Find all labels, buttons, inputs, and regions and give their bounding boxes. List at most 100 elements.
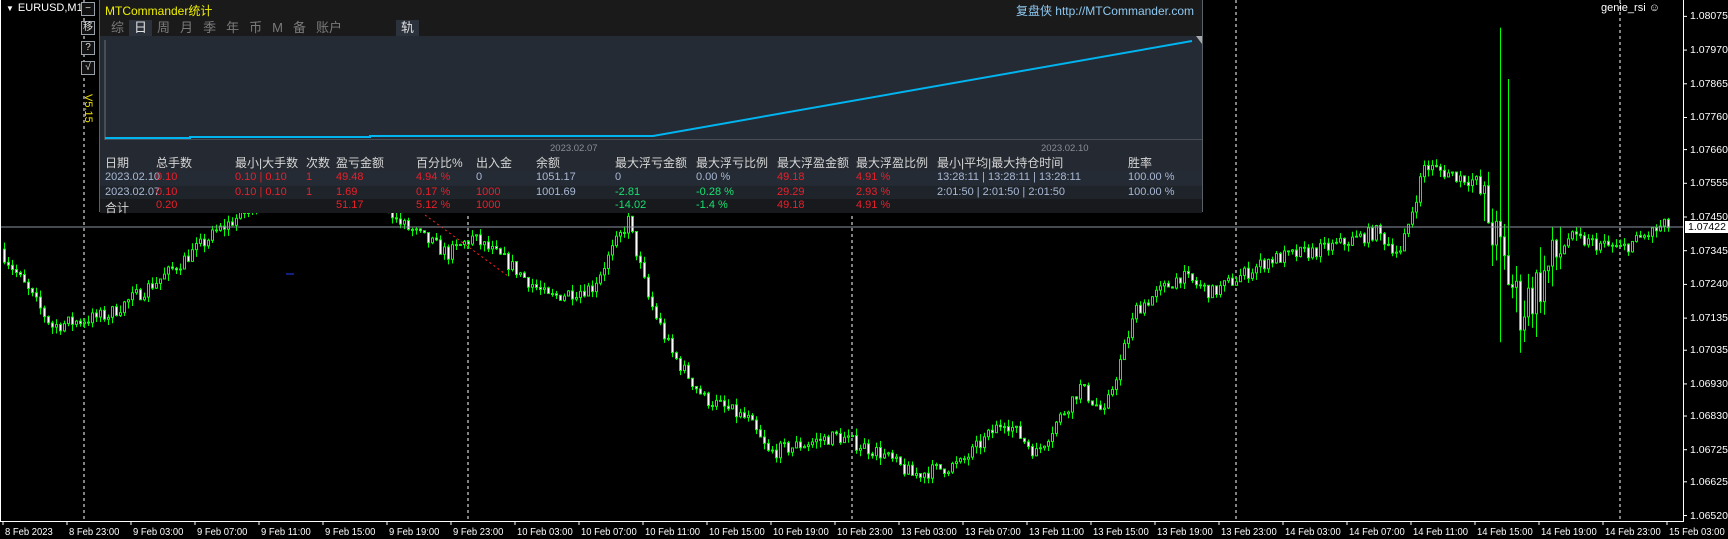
candle-body (11, 264, 14, 271)
candle (1383, 232, 1386, 251)
candle-body (1639, 234, 1642, 238)
tab-9[interactable]: 账户 (311, 20, 347, 36)
candle-body (1027, 441, 1030, 448)
candle-body (1511, 284, 1514, 288)
candle-body (459, 243, 462, 246)
candle-body (423, 230, 426, 234)
candle (651, 291, 654, 311)
candle (111, 305, 114, 324)
candle (655, 303, 658, 321)
candle-body (1123, 342, 1126, 361)
candle-body (1527, 287, 1530, 318)
candle (1431, 160, 1434, 176)
dropdown-triangle-icon[interactable]: ▼ (6, 4, 14, 13)
candle (751, 413, 754, 421)
candle-body (1035, 448, 1038, 457)
candle-body (1143, 302, 1146, 314)
candle (523, 271, 526, 279)
price-tick-label: 1.07135 (1690, 312, 1728, 325)
candle (1359, 231, 1362, 238)
candle-body (1447, 172, 1450, 178)
candle (1023, 437, 1026, 444)
candle-body (703, 392, 706, 395)
candle (11, 259, 14, 275)
table-cell: 100.00 % (1128, 171, 1175, 183)
candle (1119, 354, 1122, 386)
candle (695, 385, 698, 394)
candle (879, 440, 882, 466)
table-cell: 29.29 (777, 186, 805, 198)
tab-7[interactable]: M (267, 20, 288, 36)
table-cell: 49.18 (777, 199, 805, 211)
tab-1[interactable]: 日 (129, 20, 153, 36)
candle (1563, 244, 1566, 255)
tab-5[interactable]: 年 (221, 20, 244, 36)
candle (1647, 231, 1650, 240)
candle (739, 408, 742, 419)
candle-body (491, 245, 494, 250)
candle (691, 377, 694, 390)
candle-body (1627, 243, 1630, 253)
table-cell: 0 (615, 171, 622, 183)
candle-body (1255, 266, 1258, 274)
minimize-button[interactable]: − (81, 2, 95, 16)
candle-body (139, 289, 142, 301)
tab-3[interactable]: 月 (175, 20, 198, 36)
tab-0[interactable]: 综 (106, 20, 129, 36)
candle-body (775, 449, 778, 459)
tab-2[interactable]: 周 (152, 20, 175, 36)
tab-4[interactable]: 季 (198, 20, 221, 36)
check-button[interactable]: √ (81, 61, 95, 75)
candle-body (1195, 280, 1198, 286)
panel-title: MTCommander统计 (105, 4, 213, 18)
candle (187, 249, 190, 263)
candle (947, 470, 950, 477)
candle (899, 456, 902, 466)
candle-body (1239, 274, 1242, 283)
candle (1611, 242, 1614, 253)
candle (19, 270, 22, 278)
table-cell: 51.17 (336, 199, 364, 211)
website-link[interactable]: 复盘侠 http://MTCommander.com (1016, 2, 1194, 19)
move-button[interactable]: 移 (81, 21, 95, 35)
candle-body (651, 296, 654, 308)
candle (511, 254, 514, 272)
candle (1387, 237, 1390, 247)
candle (931, 459, 934, 484)
tab-8[interactable]: 备 (288, 20, 311, 36)
candle-body (1179, 277, 1182, 284)
candle-body (395, 217, 398, 220)
candle-body (751, 414, 754, 421)
candle (1415, 195, 1418, 219)
candle-body (947, 471, 950, 475)
version-label: V5.15 (82, 94, 94, 123)
candle (703, 391, 706, 397)
candle (859, 444, 862, 457)
tab-track[interactable]: 轨迹 (396, 20, 420, 51)
candle-body (779, 442, 782, 459)
candle-body (983, 436, 986, 449)
candle-body (911, 464, 914, 476)
candle (399, 212, 402, 229)
candle (87, 315, 90, 327)
candle-body (527, 277, 530, 288)
help-button[interactable]: ? (81, 41, 95, 55)
candle (1011, 421, 1014, 438)
candle (1515, 266, 1518, 313)
candle (1567, 233, 1570, 248)
candle-body (1371, 227, 1374, 241)
candle (1407, 223, 1410, 238)
tab-6[interactable]: 币 (244, 20, 267, 36)
table-cell: -2.81 (615, 186, 641, 198)
candle (1311, 243, 1314, 260)
candle (1627, 243, 1630, 256)
candle-body (1079, 383, 1082, 400)
candle (531, 278, 534, 293)
candle (635, 231, 638, 261)
candle (179, 263, 182, 275)
candle-body (147, 283, 150, 298)
candle (167, 265, 170, 282)
candle (1543, 255, 1546, 315)
candle-body (787, 442, 790, 453)
candle-body (1059, 413, 1062, 423)
